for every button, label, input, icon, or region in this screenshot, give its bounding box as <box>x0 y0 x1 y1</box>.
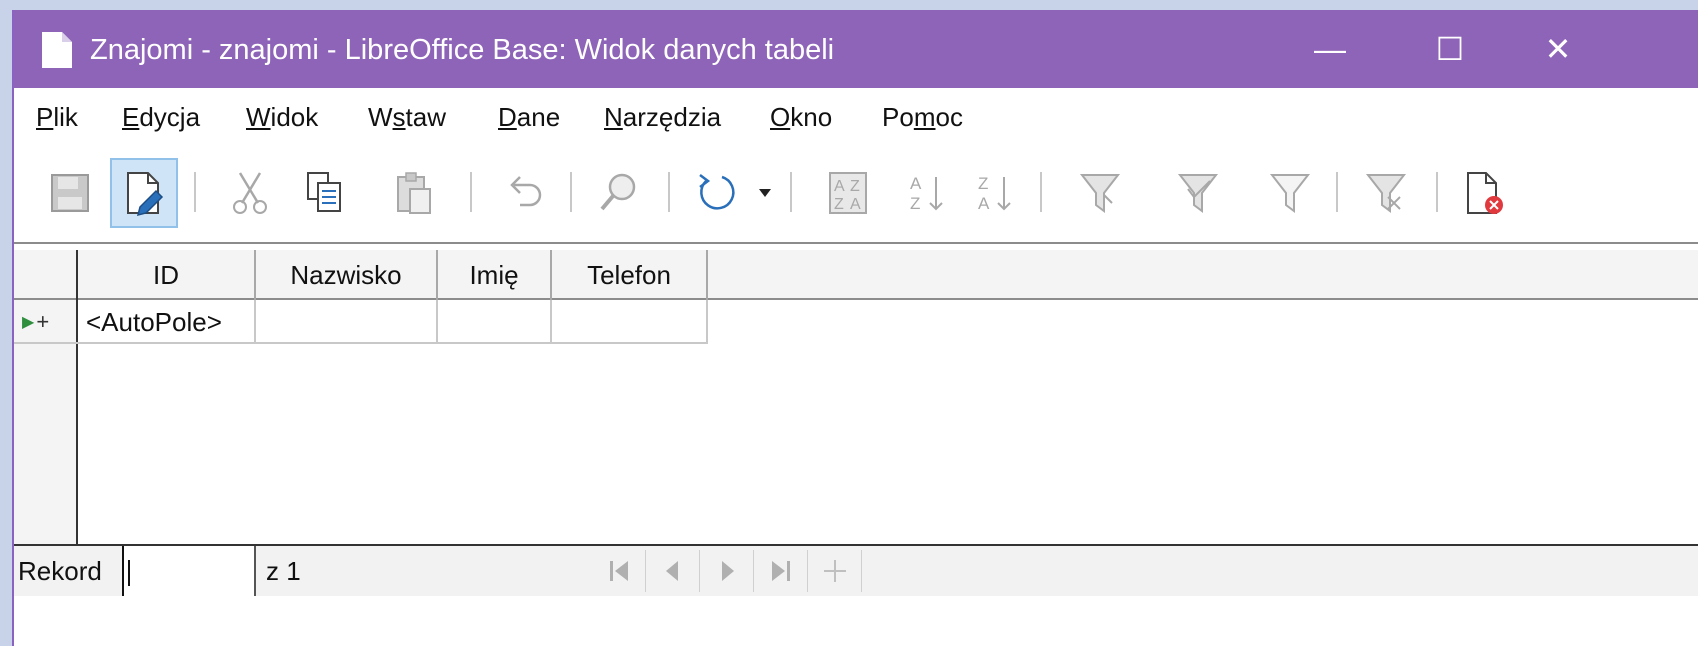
menu-dane[interactable]: Dane <box>498 100 560 134</box>
standard-filter-icon <box>1269 174 1311 213</box>
svg-text:Z: Z <box>834 196 844 213</box>
svg-text:A: A <box>834 178 845 195</box>
svg-text:A: A <box>850 196 861 213</box>
title-bar[interactable]: Znajomi - znajomi - LibreOffice Base: Wi… <box>14 10 1698 88</box>
record-navigation-bar: Rekord z 1 <box>14 544 1698 596</box>
cell-imie[interactable] <box>438 300 552 344</box>
new-record-button[interactable] <box>808 550 862 592</box>
column-header-row: ID Nazwisko Imię Telefon <box>14 250 1698 300</box>
svg-text:Z: Z <box>910 194 920 213</box>
autofilter-button[interactable] <box>1066 158 1134 228</box>
sort-icon: A Z Z A <box>829 172 867 214</box>
cell-telefon[interactable] <box>552 300 708 344</box>
save-record-icon <box>51 174 89 212</box>
menu-pomoc[interactable]: Pomoc <box>882 100 963 134</box>
record-label: Rekord <box>18 556 102 586</box>
previous-record-button[interactable] <box>646 550 700 592</box>
maximize-button[interactable]: ☐ <box>1400 10 1500 88</box>
corner-header[interactable] <box>14 250 78 300</box>
first-record-icon <box>609 561 628 581</box>
find-record-icon <box>600 173 636 211</box>
column-header-id[interactable]: ID <box>78 250 256 300</box>
sort-button[interactable]: A Z Z A <box>814 158 882 228</box>
menu-narzedzia[interactable]: Narzędzia <box>604 100 721 134</box>
delete-record-icon <box>1467 172 1503 214</box>
text-caret <box>128 560 130 587</box>
column-header-nazwisko[interactable]: Nazwisko <box>256 250 438 300</box>
svg-text:A: A <box>910 174 922 193</box>
maximize-icon: ☐ <box>1435 31 1465 67</box>
record-number-input[interactable] <box>122 546 256 596</box>
apply-filter-icon <box>1177 174 1219 213</box>
reset-filter-icon <box>1365 174 1407 213</box>
refresh-button[interactable] <box>682 158 750 228</box>
minimize-button[interactable]: — <box>1280 10 1380 88</box>
next-record-icon <box>721 561 734 581</box>
copy-icon <box>307 172 341 212</box>
undo-button[interactable] <box>490 158 558 228</box>
new-record-icon <box>823 560 846 582</box>
copy-button[interactable] <box>290 158 358 228</box>
undo-icon <box>510 176 542 207</box>
svg-text:Z: Z <box>850 178 860 195</box>
sort-descending-button[interactable]: Z A <box>962 158 1030 228</box>
close-button[interactable]: ✕ <box>1508 10 1608 88</box>
paste-icon <box>397 172 431 214</box>
refresh-dropdown-button[interactable] <box>750 158 780 228</box>
svg-text:Z: Z <box>978 174 988 193</box>
record-count: z 1 <box>266 556 301 586</box>
paste-button[interactable] <box>380 158 448 228</box>
last-record-button[interactable] <box>754 550 808 592</box>
libreoffice-base-icon <box>42 32 72 68</box>
column-header-telefon[interactable]: Telefon <box>552 250 708 300</box>
menu-wstaw[interactable]: Wstaw <box>368 100 446 134</box>
cell-id[interactable]: <AutoPole> <box>78 300 256 344</box>
status-area <box>14 596 1698 646</box>
delete-record-button[interactable] <box>1450 158 1518 228</box>
menu-okno[interactable]: Okno <box>770 100 832 134</box>
cut-icon <box>233 172 267 214</box>
first-record-button[interactable] <box>592 550 646 592</box>
previous-record-icon <box>665 561 678 581</box>
edit-data-icon <box>127 172 164 217</box>
next-record-button[interactable] <box>700 550 754 592</box>
sort-ascending-icon: A Z <box>910 174 943 213</box>
sort-ascending-button[interactable]: A Z <box>894 158 962 228</box>
autofilter-icon <box>1079 174 1121 213</box>
menu-plik[interactable]: Plik <box>36 100 78 134</box>
app-window: Znajomi - znajomi - LibreOffice Base: Wi… <box>12 10 1698 646</box>
close-icon: ✕ <box>1544 31 1572 67</box>
svg-text:A: A <box>978 194 990 213</box>
menu-edycja[interactable]: Edycja <box>122 100 200 134</box>
toolbar: A Z Z A A Z Z A <box>14 146 1698 242</box>
cell-nazwisko[interactable] <box>256 300 438 344</box>
sort-descending-icon: Z A <box>978 174 1011 213</box>
menu-widok[interactable]: Widok <box>246 100 318 134</box>
chevron-down-icon <box>759 189 771 197</box>
table-row: <AutoPole> <box>14 300 708 344</box>
minimize-icon: — <box>1314 30 1346 67</box>
edit-data-button[interactable] <box>110 158 178 228</box>
column-header-imie[interactable]: Imię <box>438 250 552 300</box>
window-title: Znajomi - znajomi - LibreOffice Base: Wi… <box>90 34 835 66</box>
standard-filter-button[interactable] <box>1256 158 1324 228</box>
find-record-button[interactable] <box>584 158 652 228</box>
data-grid: ID Nazwisko Imię Telefon ▶ + <AutoPole> <box>14 242 1698 546</box>
last-record-icon <box>771 561 790 581</box>
menu-bar: Plik Edycja Widok Wstaw Dane Narzędzia O… <box>14 88 1698 146</box>
reset-filter-button[interactable] <box>1352 158 1420 228</box>
record-nav-buttons <box>592 550 862 592</box>
save-record-button[interactable] <box>36 158 104 228</box>
refresh-icon <box>699 174 735 210</box>
apply-filter-button[interactable] <box>1164 158 1232 228</box>
cut-button[interactable] <box>216 158 284 228</box>
